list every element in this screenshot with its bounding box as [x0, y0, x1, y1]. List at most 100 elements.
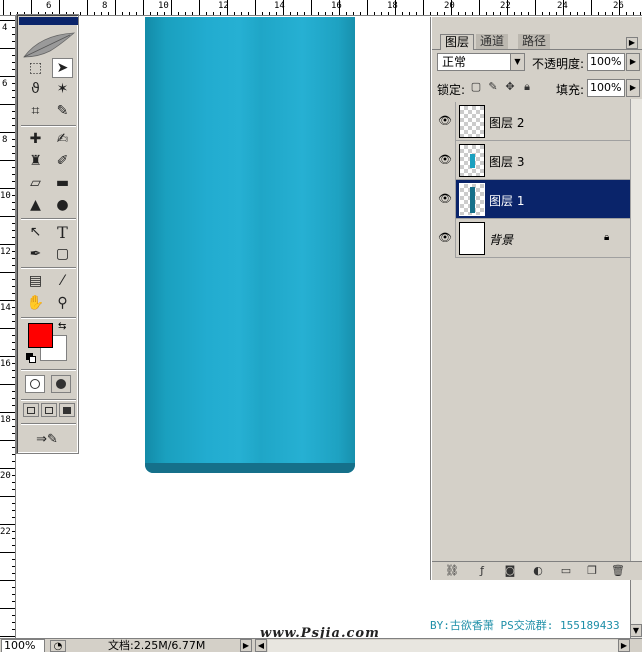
scroll-right-button[interactable]: ▶ [618, 639, 630, 652]
eyedropper-tool[interactable]: ⁄ [52, 271, 73, 291]
standard-mode-button[interactable] [25, 375, 45, 393]
lock-label: 锁定: [437, 83, 466, 97]
thumbnail-shape [470, 154, 475, 168]
ruler-tick [332, 12, 333, 15]
panel-title-bar[interactable] [432, 17, 642, 33]
ruler-top[interactable]: 6 8 10 12 14 16 18 20 22 24 26 [0, 0, 642, 16]
layer-row[interactable]: 👁︎ 图层 3 [432, 141, 631, 180]
fill-slider-button[interactable]: ▶ [626, 79, 640, 97]
zoom-tool[interactable]: ⚲ [52, 293, 73, 313]
tab-layers[interactable]: 图层 [440, 34, 475, 50]
blur-tool[interactable]: ▲ [25, 195, 46, 215]
ruler-tick [206, 12, 207, 15]
layer-list[interactable]: 👁︎ 图层 2 👁︎ 图层 3 👁︎ 图层 1 👁︎ 背景 🔒︎ [432, 99, 642, 259]
scroll-left-button[interactable]: ◀ [255, 639, 267, 652]
lock-pixels-icon[interactable]: ✎ [487, 81, 499, 93]
lock-transparency-icon[interactable]: ▢ [470, 81, 482, 93]
horizontal-scrollbar[interactable] [268, 640, 618, 652]
healing-brush-tool[interactable]: ✚ [25, 129, 46, 149]
ruler-tick [12, 531, 15, 532]
visibility-toggle[interactable]: 👁︎ [432, 141, 456, 180]
layer-row[interactable]: 👁︎ 背景 🔒︎ [432, 219, 631, 258]
new-layer-icon[interactable]: ❐ [584, 564, 600, 578]
lock-all-icon[interactable]: 🔒︎ [521, 81, 533, 93]
ruler-tick [535, 0, 536, 15]
scroll-down-button[interactable]: ▼ [630, 624, 642, 637]
zoom-field[interactable]: 100% [1, 639, 45, 652]
ruler-tick [325, 12, 326, 15]
screen-mode-standard-button[interactable] [23, 403, 39, 417]
visibility-toggle[interactable]: 👁︎ [432, 219, 456, 258]
tab-paths[interactable]: 路径 [518, 34, 551, 50]
status-info-icon[interactable]: ◔ [50, 640, 66, 652]
layer-mask-icon[interactable]: ◙ [502, 564, 518, 578]
crop-tool[interactable]: ⌗ [25, 101, 46, 121]
opacity-slider-button[interactable]: ▶ [626, 53, 640, 71]
slice-tool[interactable]: ✎ [52, 101, 73, 121]
shape-tool[interactable]: ▢ [52, 244, 73, 264]
ruler-tick [311, 0, 312, 15]
move-tool[interactable]: ➤ [52, 58, 73, 78]
ruler-tick [633, 12, 634, 15]
panel-menu-button[interactable]: ▶ [626, 37, 638, 49]
ruler-tick [12, 573, 15, 574]
trash-icon[interactable]: 🗑︎ [610, 564, 626, 578]
new-group-icon[interactable]: ▭ [558, 564, 574, 578]
history-brush-tool[interactable]: ✐ [52, 151, 73, 171]
layers-panel[interactable]: 图层 通道 路径 ▶ 正常 ▼ 不透明度: 100% ▶ 锁定: ▢ ✎ ✥ 🔒… [431, 17, 642, 580]
status-menu-button[interactable]: ▶ [240, 639, 252, 652]
layers-scrollbar[interactable] [630, 99, 642, 564]
ruler-tick [129, 12, 130, 15]
tab-channels[interactable]: 通道 [476, 34, 509, 50]
screen-mode-full-button[interactable] [59, 403, 75, 417]
adjustment-layer-icon[interactable]: ◐ [530, 564, 546, 578]
ruler-tick [458, 12, 459, 15]
blend-mode-select[interactable]: 正常 ▼ [437, 53, 525, 71]
jump-to-imageready-button[interactable]: ⇒✎ [29, 429, 65, 449]
brush-tool[interactable]: ✍ [52, 129, 73, 149]
fill-field[interactable]: 100% [587, 79, 625, 97]
hand-tool[interactable]: ✋ [25, 293, 46, 313]
visibility-toggle[interactable]: 👁︎ [432, 102, 456, 141]
layer-row-selected[interactable]: 👁︎ 图层 1 [432, 180, 631, 219]
eraser-tool[interactable]: ▱ [25, 173, 46, 193]
gradient-tool[interactable]: ▬ [52, 173, 73, 193]
dodge-tool[interactable]: ● [52, 195, 73, 215]
magic-wand-tool[interactable]: ✶ [52, 79, 73, 99]
layer-style-icon[interactable]: ƒ [474, 564, 490, 578]
toolbox-panel[interactable]: ⬚ ➤ ϑ ✶ ⌗ ✎ ✚ ✍ ♜ ✐ ▱ ▬ ▲ ● ↖ T ✒ ▢ ▤ ⁄ … [16, 14, 79, 454]
path-selection-tool[interactable]: ↖ [25, 222, 46, 242]
foreground-color-swatch[interactable] [28, 323, 53, 348]
ruler-tick [255, 0, 256, 15]
hand-icon: ✋ [26, 295, 45, 311]
pen-tool[interactable]: ✒ [25, 244, 46, 264]
opacity-value: 100% [590, 55, 622, 68]
dodge-icon: ● [56, 197, 69, 213]
clone-stamp-tool[interactable]: ♜ [25, 151, 46, 171]
lock-position-icon[interactable]: ✥ [504, 81, 516, 93]
ruler-tick [241, 12, 242, 15]
visibility-toggle[interactable]: 👁︎ [432, 180, 456, 219]
notes-tool[interactable]: ▤ [25, 271, 46, 291]
canvas-bottle-shape[interactable] [145, 17, 355, 473]
quick-mask-button[interactable] [51, 375, 71, 393]
opacity-label: 不透明度: [532, 57, 585, 71]
screen-mode-full-menu-button[interactable] [41, 403, 57, 417]
ruler-tick [12, 510, 15, 511]
lasso-tool[interactable]: ϑ [25, 79, 46, 99]
ruler-tick [528, 12, 529, 15]
marquee-tool[interactable]: ⬚ [25, 58, 46, 78]
link-layers-icon[interactable]: ⛓ [444, 564, 460, 578]
layer-row[interactable]: 👁︎ 图层 2 [432, 102, 631, 141]
type-tool[interactable]: T [52, 222, 73, 242]
swap-colors-icon[interactable]: ⇆ [58, 321, 66, 332]
canvas-vertical-scrollbar[interactable]: ▼ [630, 580, 642, 638]
ruler-left[interactable]: 4 6 8 10 12 14 16 18 20 22 [0, 16, 16, 638]
toolbox-title-bar[interactable] [19, 17, 78, 25]
history-brush-icon: ✐ [56, 153, 69, 169]
slice-knife-icon: ✎ [56, 103, 69, 119]
opacity-field[interactable]: 100% [587, 53, 625, 71]
toolbox-divider [21, 423, 76, 425]
ruler-tick [598, 12, 599, 15]
ruler-tick [409, 12, 410, 15]
